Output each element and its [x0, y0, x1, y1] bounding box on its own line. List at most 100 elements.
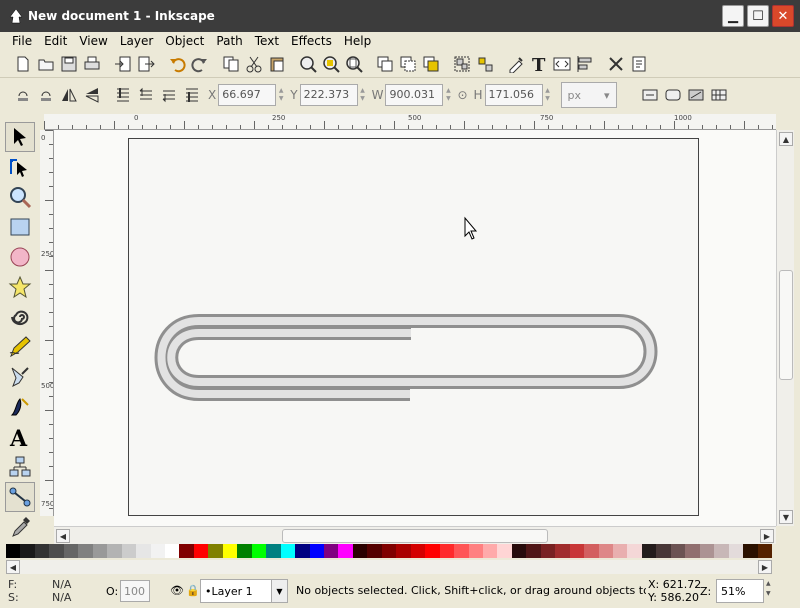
- h-field[interactable]: 171.056: [484, 84, 543, 106]
- color-swatch[interactable]: [526, 544, 541, 558]
- transform-gradient-icon[interactable]: [685, 84, 707, 106]
- cut-icon[interactable]: [243, 53, 265, 75]
- lock-ratio-icon[interactable]: ⊙: [457, 88, 467, 102]
- color-swatch[interactable]: [150, 544, 165, 558]
- color-swatch[interactable]: [656, 544, 671, 558]
- dropper-tool[interactable]: [5, 512, 35, 542]
- flip-horizontal-icon[interactable]: [58, 84, 80, 106]
- text-font-icon[interactable]: T: [528, 53, 550, 75]
- lock-icon[interactable]: 🔒: [186, 584, 200, 597]
- color-swatch[interactable]: [92, 544, 108, 558]
- node-tool[interactable]: [5, 152, 35, 182]
- menu-view[interactable]: View: [73, 34, 113, 48]
- maximize-button[interactable]: ☐: [747, 5, 769, 27]
- fill-stroke-values[interactable]: N/A N/A: [52, 578, 71, 604]
- color-swatch[interactable]: [352, 544, 368, 558]
- menu-object[interactable]: Object: [159, 34, 210, 48]
- pen-tool[interactable]: [5, 362, 35, 392]
- scroll-up-icon[interactable]: ▲: [779, 132, 793, 146]
- color-swatch[interactable]: [685, 544, 700, 558]
- transform-pattern-icon[interactable]: [708, 84, 730, 106]
- unlink-clone-icon[interactable]: [420, 53, 442, 75]
- raise-icon[interactable]: [135, 84, 157, 106]
- connector-tool[interactable]: [5, 452, 35, 482]
- fill-value[interactable]: N/A: [52, 578, 71, 591]
- color-swatch[interactable]: [381, 544, 397, 558]
- menu-effects[interactable]: Effects: [285, 34, 338, 48]
- duplicate-icon[interactable]: [374, 53, 396, 75]
- color-swatch[interactable]: [569, 544, 585, 558]
- drawing-canvas[interactable]: [54, 130, 776, 526]
- align-icon[interactable]: [574, 53, 596, 75]
- color-swatch[interactable]: [627, 544, 642, 558]
- color-swatch[interactable]: [78, 544, 93, 558]
- menu-layer[interactable]: Layer: [114, 34, 159, 48]
- raise-to-top-icon[interactable]: [112, 84, 134, 106]
- redo-icon[interactable]: [189, 53, 211, 75]
- color-swatch[interactable]: [49, 544, 64, 558]
- color-swatch[interactable]: [309, 544, 324, 558]
- import-icon[interactable]: [112, 53, 134, 75]
- color-swatch[interactable]: [410, 544, 426, 558]
- color-swatch[interactable]: [699, 544, 715, 558]
- fill-stroke-icon[interactable]: [505, 53, 527, 75]
- menu-edit[interactable]: Edit: [38, 34, 73, 48]
- scroll-right-icon[interactable]: ▶: [760, 529, 774, 543]
- undo-icon[interactable]: [166, 53, 188, 75]
- color-swatch[interactable]: [20, 544, 35, 558]
- color-swatch[interactable]: [670, 544, 686, 558]
- color-swatch[interactable]: [714, 544, 729, 558]
- color-swatch[interactable]: [425, 544, 440, 558]
- color-swatch[interactable]: [728, 544, 744, 558]
- color-swatch[interactable]: [613, 544, 628, 558]
- color-swatch[interactable]: [584, 544, 599, 558]
- menu-text[interactable]: Text: [249, 34, 285, 48]
- horizontal-scrollbar[interactable]: ◀ ▶: [54, 526, 776, 544]
- x-spinner[interactable]: ▲ ▼: [276, 84, 286, 106]
- color-swatch[interactable]: [34, 544, 50, 558]
- xml-editor-icon[interactable]: [551, 53, 573, 75]
- y-field[interactable]: 222.373: [299, 84, 358, 106]
- color-swatch[interactable]: [511, 544, 527, 558]
- color-swatch[interactable]: [251, 544, 267, 558]
- color-swatch[interactable]: [323, 544, 339, 558]
- w-field[interactable]: 900.031: [385, 84, 444, 106]
- text-tool[interactable]: A: [5, 422, 35, 452]
- color-swatch[interactable]: [63, 544, 79, 558]
- color-swatch[interactable]: [367, 544, 382, 558]
- new-icon[interactable]: [12, 53, 34, 75]
- color-swatch[interactable]: [497, 544, 512, 558]
- color-swatch[interactable]: [295, 544, 310, 558]
- color-swatch[interactable]: [338, 544, 353, 558]
- lower-to-bottom-icon[interactable]: [181, 84, 203, 106]
- clone-icon[interactable]: [397, 53, 419, 75]
- color-swatch[interactable]: [482, 544, 498, 558]
- save-icon[interactable]: [58, 53, 80, 75]
- unit-select[interactable]: px ▾: [560, 82, 617, 108]
- y-spinner[interactable]: ▲ ▼: [358, 84, 368, 106]
- paste-icon[interactable]: [266, 53, 288, 75]
- export-icon[interactable]: [135, 53, 157, 75]
- scale-stroke-icon[interactable]: [639, 84, 661, 106]
- horizontal-ruler[interactable]: 0 250 500 750 1000: [44, 114, 776, 130]
- color-swatch[interactable]: [540, 544, 556, 558]
- vertical-ruler[interactable]: 0 250 500 750: [40, 130, 54, 516]
- color-swatch[interactable]: [266, 544, 281, 558]
- color-swatch[interactable]: [641, 544, 657, 558]
- menu-help[interactable]: Help: [338, 34, 377, 48]
- menu-file[interactable]: File: [6, 34, 38, 48]
- copy-icon[interactable]: [220, 53, 242, 75]
- color-swatch[interactable]: [439, 544, 455, 558]
- color-swatch[interactable]: [237, 544, 252, 558]
- scroll-left-icon[interactable]: ◀: [56, 529, 70, 543]
- color-swatch[interactable]: [193, 544, 209, 558]
- color-swatch[interactable]: [164, 544, 180, 558]
- layer-select[interactable]: •Layer 1 ▼: [200, 579, 288, 603]
- h-spinner[interactable]: ▲ ▼: [543, 84, 553, 106]
- stroke-value[interactable]: N/A: [52, 591, 71, 604]
- color-swatch[interactable]: [598, 544, 614, 558]
- close-button[interactable]: ✕: [772, 5, 794, 27]
- vertical-scrollbar[interactable]: ▲ ▼: [776, 130, 794, 526]
- zoom-field[interactable]: 51%: [716, 579, 764, 603]
- color-swatch[interactable]: [107, 544, 122, 558]
